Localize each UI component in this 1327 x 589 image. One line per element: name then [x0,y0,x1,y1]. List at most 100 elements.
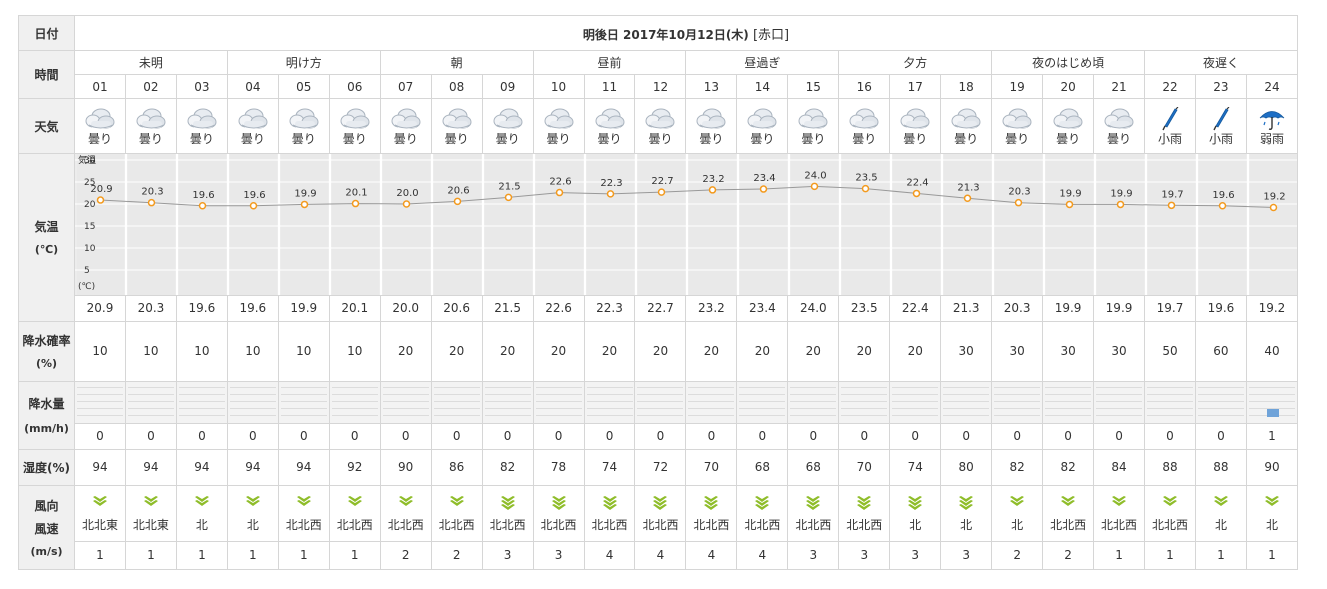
wind-direction-text: 北北西 [693,517,730,532]
precip-amount-bar [1266,409,1279,418]
precip-amount-value: 0 [838,422,891,450]
temperature-point [402,200,411,209]
temperature-value: 24.0 [787,295,840,322]
gauge-gridline [688,387,735,389]
chart-column-bg [1097,154,1144,295]
gauge-gridline [433,415,480,417]
chart-column-bg [332,154,379,295]
humidity-value: 90 [1245,448,1299,486]
precip-probability-row: 降水確率 (%) 10 10 10 10 10 10 20 20 20 20 20 20 20 20 20 2… [18,320,1299,382]
wind-direction-cell: 北 [226,484,279,542]
gauge-gridline [280,387,327,389]
weather-text: 曇り [699,131,724,146]
precip-probability-value: 10 [175,320,228,382]
precip-amount-value: 0 [991,422,1044,450]
gauge-gridline [1197,387,1244,389]
precip-amount-unit: (mm/h) [24,422,69,436]
temperature-unit-label: (℃) [34,243,59,257]
wind-direction-cell: 北 [889,484,942,542]
temperature-point-label: 22.7 [651,176,673,187]
precip-probability-value: 30 [940,320,993,382]
precip-amount-bar-cell [889,380,942,424]
weather-cell: 弱雨 [1245,98,1299,155]
wind-direction-cell: 北北西 [787,484,840,542]
wind-direction-cell: 北北東 [74,484,126,542]
precip-amount-row: 降水量 (mm/h) [18,380,1299,450]
gauge-gridline [331,387,378,389]
hour-label: 18 [940,74,993,100]
wind-speed-value: 4 [634,540,687,571]
gauge-gridline [280,394,327,396]
gauge-gridline [178,401,225,403]
hour-label: 23 [1194,74,1247,100]
cloud-icon [696,108,726,129]
hour-label: 05 [277,74,330,100]
precip-amount-gauge [433,383,480,421]
gauge-gridline [1096,394,1143,396]
wind-speed-value: 3 [889,540,942,571]
wind-direction-text: 北 [1011,517,1024,532]
weather-cell: 曇り [889,98,942,155]
gauge-gridline [586,415,633,417]
weather-text: 小雨 [1208,131,1233,146]
precip-probability-value: 20 [736,320,789,382]
wind-speed-value: 1 [74,540,126,571]
precip-probability-value: 20 [583,320,636,382]
wind-speed-value: 2 [430,540,483,571]
wind-arrow-icon [653,495,668,510]
weather-cell: 曇り [277,98,330,155]
gauge-gridline [280,408,327,410]
chart-column-bg [1250,154,1297,295]
gauge-gridline [688,401,735,403]
gauge-gridline [1096,387,1143,389]
wind-arrow-icon [92,495,107,506]
precip-amount-gauge [280,383,327,421]
cloud-icon [340,108,370,129]
open-umbrella-icon [1259,110,1285,130]
weather-text: 小雨 [1157,131,1182,146]
wind-arrow-icon [143,495,158,506]
precip-amount-gauge [535,383,582,421]
precip-amount-value: 1 [1245,422,1299,450]
gauge-gridline [943,408,990,410]
weather-text: 曇り [444,131,469,146]
precip-probability-value: 30 [1042,320,1095,382]
weather-text: 曇り [954,131,979,146]
gauge-gridline [229,415,276,417]
gauge-gridline [1045,401,1092,403]
humidity-value: 68 [787,448,840,486]
temperature-point-label: 20.3 [141,187,163,198]
humidity-value: 94 [175,448,228,486]
precip-probability-value: 50 [1144,320,1196,382]
gauge-gridline [1045,408,1092,410]
precip-amount-bar-cell [1194,380,1247,424]
weather-cell: 曇り [124,98,177,155]
temperature-point-label: 23.4 [753,173,775,184]
precip-amount-value: 0 [175,422,228,450]
period-row: 時間 未明 明け方朝昼前 昼過ぎ 夕方 夜のはじめ頃 夜遅く [18,50,1298,100]
gauge-gridline [586,394,633,396]
wind-direction-text: 北北西 [336,517,373,532]
precip-amount-gauge [127,383,174,421]
weather-text: 曇り [138,131,163,146]
precip-amount-bar-cell [532,380,585,424]
temperature-value: 21.5 [481,295,534,322]
wind-direction-text: 北北西 [1050,517,1087,532]
temperature-value: 19.7 [1144,295,1196,322]
humidity-value: 74 [889,448,942,486]
gauge-gridline [943,394,990,396]
wind-speed-value: 1 [124,540,177,571]
precip-amount-bar-cell [940,380,993,424]
temperature-value: 20.3 [124,295,177,322]
period-label: 夜遅く [1144,50,1298,76]
precip-amount-gauge [994,383,1041,421]
wind-arrow-icon [1010,495,1025,506]
temperature-point-label: 24.0 [804,171,826,182]
temperature-point-label: 19.6 [192,190,214,201]
precip-amount-value: 0 [1042,422,1095,450]
precip-amount-value: 0 [430,422,483,450]
gauge-gridline [892,415,939,417]
temperature-point [147,199,156,207]
gauge-gridline [178,415,225,417]
wind-direction-cell: 北北東 [124,484,177,542]
